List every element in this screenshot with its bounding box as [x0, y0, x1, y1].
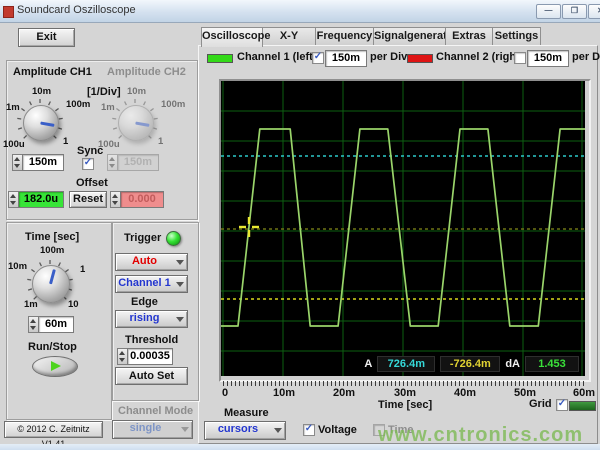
tab-xy-graph[interactable]: X-Y Graph	[262, 27, 316, 46]
trigger-source-value: Channel 1	[116, 276, 173, 292]
measure-title: Measure	[224, 407, 269, 419]
time-scale-100m: 100m	[40, 245, 64, 256]
ch2-knob-needle	[135, 122, 149, 127]
channel2-label: Channel 2 (right)	[436, 51, 523, 63]
amplitude-ch2-field[interactable]: 150m	[117, 154, 159, 171]
channel1-per-div-label: per Div	[370, 51, 407, 63]
run-stop-button[interactable]	[32, 356, 78, 377]
app-window: Soundcard Oszilloscope — ❐ ✕ Exit Oscill…	[0, 0, 600, 450]
trigger-edge-value: rising	[116, 311, 173, 327]
amplitude-ch2-knob[interactable]	[118, 105, 154, 141]
window-title: Soundcard Oszilloscope	[17, 4, 136, 16]
time-scale-1: 1	[80, 264, 85, 275]
edge-label: Edge	[131, 296, 158, 308]
ch1-scale-10m: 10m	[32, 86, 51, 97]
tab-oscilloscope[interactable]: Oscilloscope	[201, 27, 263, 47]
chevron-down-icon	[176, 260, 184, 265]
tab-extras[interactable]: Extras	[445, 27, 493, 46]
scope-plot[interactable]	[221, 81, 585, 376]
sync-label: Sync	[77, 145, 103, 157]
readout-a-label: A	[364, 358, 372, 370]
amplitude-ch1-knob[interactable]	[23, 105, 59, 141]
offset-ch1-field[interactable]: 182.0u	[18, 191, 64, 208]
trigger-source-select[interactable]: Channel 1	[115, 275, 188, 293]
play-icon	[51, 361, 61, 371]
title-bar[interactable]: Soundcard Oszilloscope — ❐ ✕	[0, 0, 600, 23]
scope-display-frame: A 726.4m -726.4m dA 1.453	[219, 79, 591, 382]
time-knob[interactable]	[32, 265, 70, 303]
channel1-per-div-field[interactable]: 150m	[325, 50, 367, 67]
close-button[interactable]: ✕	[588, 4, 600, 19]
run-stop-label: Run/Stop	[28, 341, 77, 353]
tab-signalgenerator[interactable]: Signalgenerator	[373, 27, 446, 46]
maximize-button[interactable]: ❐	[562, 4, 587, 19]
amplitude-ch1-title: Amplitude CH1	[13, 66, 92, 78]
per-div-unit-label: [1/Div]	[87, 86, 121, 98]
time-knob-needle	[49, 269, 56, 284]
amplitude-ch1-field[interactable]: 150m	[22, 154, 64, 171]
readout-delta-value: 1.453	[525, 356, 579, 372]
channel2-per-div-label: per Div	[572, 51, 600, 63]
channel2-per-div-field[interactable]: 150m	[527, 50, 569, 67]
chevron-down-icon	[181, 427, 189, 432]
readout-cursor-b-value: -726.4m	[440, 356, 500, 372]
channel-mode-label: Channel Mode	[118, 405, 193, 417]
ch2-scale-10m: 10m	[127, 86, 146, 97]
time-title: Time [sec]	[25, 231, 79, 243]
x-tick-6: 60m	[573, 387, 595, 399]
measure-mode-value: cursors	[205, 422, 271, 439]
chevron-down-icon	[176, 282, 184, 287]
x-tick-4: 40m	[454, 387, 476, 399]
app-icon	[3, 6, 14, 18]
auto-set-button[interactable]: Auto Set	[115, 367, 188, 385]
trigger-mode-value: Auto	[116, 254, 173, 270]
measure-mode-select[interactable]: cursors	[204, 421, 286, 440]
window-bottom-edge	[0, 444, 600, 450]
x-tick-2: 20m	[333, 387, 355, 399]
chevron-down-icon	[274, 428, 282, 433]
voltage-label: Voltage	[318, 424, 357, 436]
voltage-checkbox[interactable]: ✓	[303, 424, 315, 436]
channel1-label: Channel 1 (left)	[237, 51, 316, 63]
grid-color-swatch	[569, 401, 596, 411]
grid-label: Grid	[529, 398, 552, 410]
amplitude-ch2-title: Amplitude CH2	[107, 66, 186, 78]
reset-button[interactable]: Reset	[69, 191, 107, 208]
chevron-down-icon	[176, 317, 184, 322]
x-tick-3: 30m	[394, 387, 416, 399]
readout-da-label: dA	[505, 358, 520, 370]
exit-button[interactable]: Exit	[18, 28, 75, 47]
minimize-button[interactable]: —	[536, 4, 561, 19]
readout-cursor-a-value: 726.4m	[377, 356, 435, 372]
trigger-title: Trigger	[124, 232, 161, 244]
sync-checkbox[interactable]: ✓	[82, 158, 94, 170]
time-scale-10m: 10m	[8, 261, 27, 272]
trigger-led	[166, 231, 181, 246]
ch1-scale-100m: 100m	[66, 99, 90, 110]
offset-label: Offset	[76, 177, 108, 189]
time-field[interactable]: 60m	[38, 316, 74, 333]
x-axis-ruler	[223, 381, 587, 386]
x-tick-0: 0	[222, 387, 228, 399]
threshold-label: Threshold	[125, 334, 178, 346]
ch1-knob-needle	[40, 122, 54, 127]
offset-ch2-field[interactable]: 0.000	[120, 191, 164, 208]
x-axis-title: Time [sec]	[378, 399, 432, 411]
tab-frequency[interactable]: Frequency	[315, 27, 374, 46]
cursor-readout: A 726.4m -726.4m dA 1.453	[364, 356, 579, 372]
channel1-color-swatch	[207, 54, 233, 63]
x-tick-1: 10m	[273, 387, 295, 399]
channel-mode-select[interactable]: single	[112, 420, 193, 439]
channel-mode-value: single	[113, 421, 178, 438]
channel2-checkbox[interactable]	[514, 52, 526, 64]
grid-checkbox[interactable]: ✓	[556, 399, 568, 411]
channel1-checkbox[interactable]: ✓	[312, 52, 324, 64]
threshold-field[interactable]: 0.00035	[127, 348, 173, 365]
trigger-edge-select[interactable]: rising	[115, 310, 188, 328]
copyright-label: © 2012 C. Zeitnitz V1.41	[4, 421, 103, 438]
channel2-color-swatch	[407, 54, 433, 63]
ch2-scale-100m: 100m	[161, 99, 185, 110]
trigger-mode-select[interactable]: Auto	[115, 253, 188, 271]
tab-settings[interactable]: Settings	[492, 27, 541, 46]
